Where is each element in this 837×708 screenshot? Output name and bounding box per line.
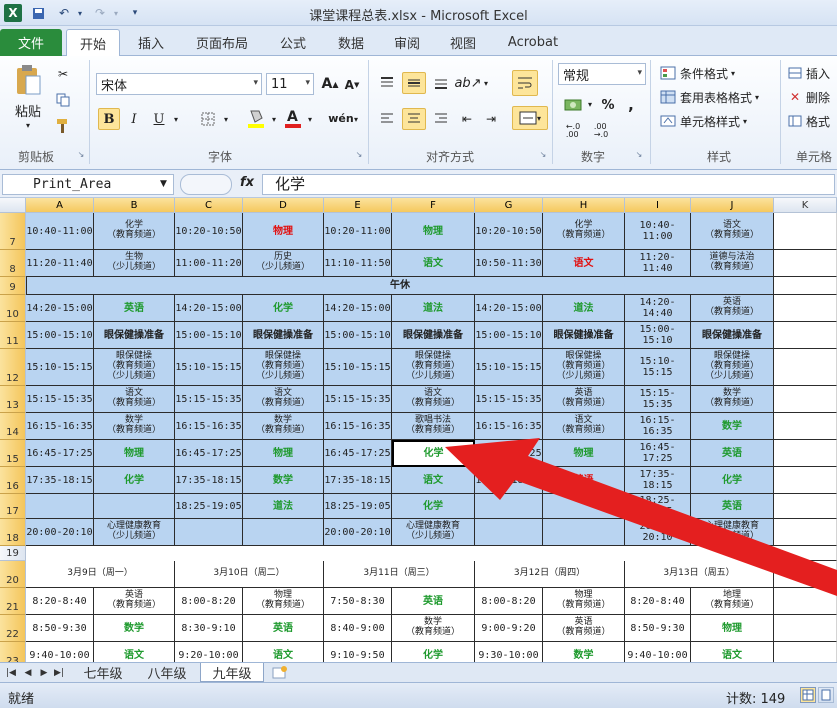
prev-sheet-icon[interactable]: ◀ — [22, 663, 34, 682]
sheet-tab-grade7[interactable]: 七年级 — [72, 663, 134, 682]
next-sheet-icon[interactable]: ▶ — [38, 663, 50, 682]
sheet-tab-grade9[interactable]: 九年级 — [200, 663, 264, 682]
normal-view-icon[interactable] — [800, 687, 816, 703]
annotation-arrow — [445, 438, 837, 596]
first-sheet-icon[interactable]: |◀ — [4, 663, 18, 682]
red-arrow — [445, 438, 837, 596]
sheet-tab-bar: |◀ ◀ ▶ ▶| 七年级 八年级 九年级 — [0, 662, 837, 682]
count-status: 计数: 149 — [726, 692, 786, 707]
insert-sheet-icon[interactable] — [268, 663, 292, 682]
status-bar: 就绪 计数: 149 — [0, 682, 837, 708]
page-layout-view-icon[interactable] — [818, 687, 834, 703]
sheet-tab-grade8[interactable]: 八年级 — [136, 663, 198, 682]
last-sheet-icon[interactable]: ▶| — [52, 663, 66, 682]
excel-window: X ↶ ▾ ↷ ▾ ▾ 课堂课程总表.xlsx - Microsoft Exce… — [0, 0, 837, 708]
ready-status: 就绪 — [8, 692, 35, 707]
